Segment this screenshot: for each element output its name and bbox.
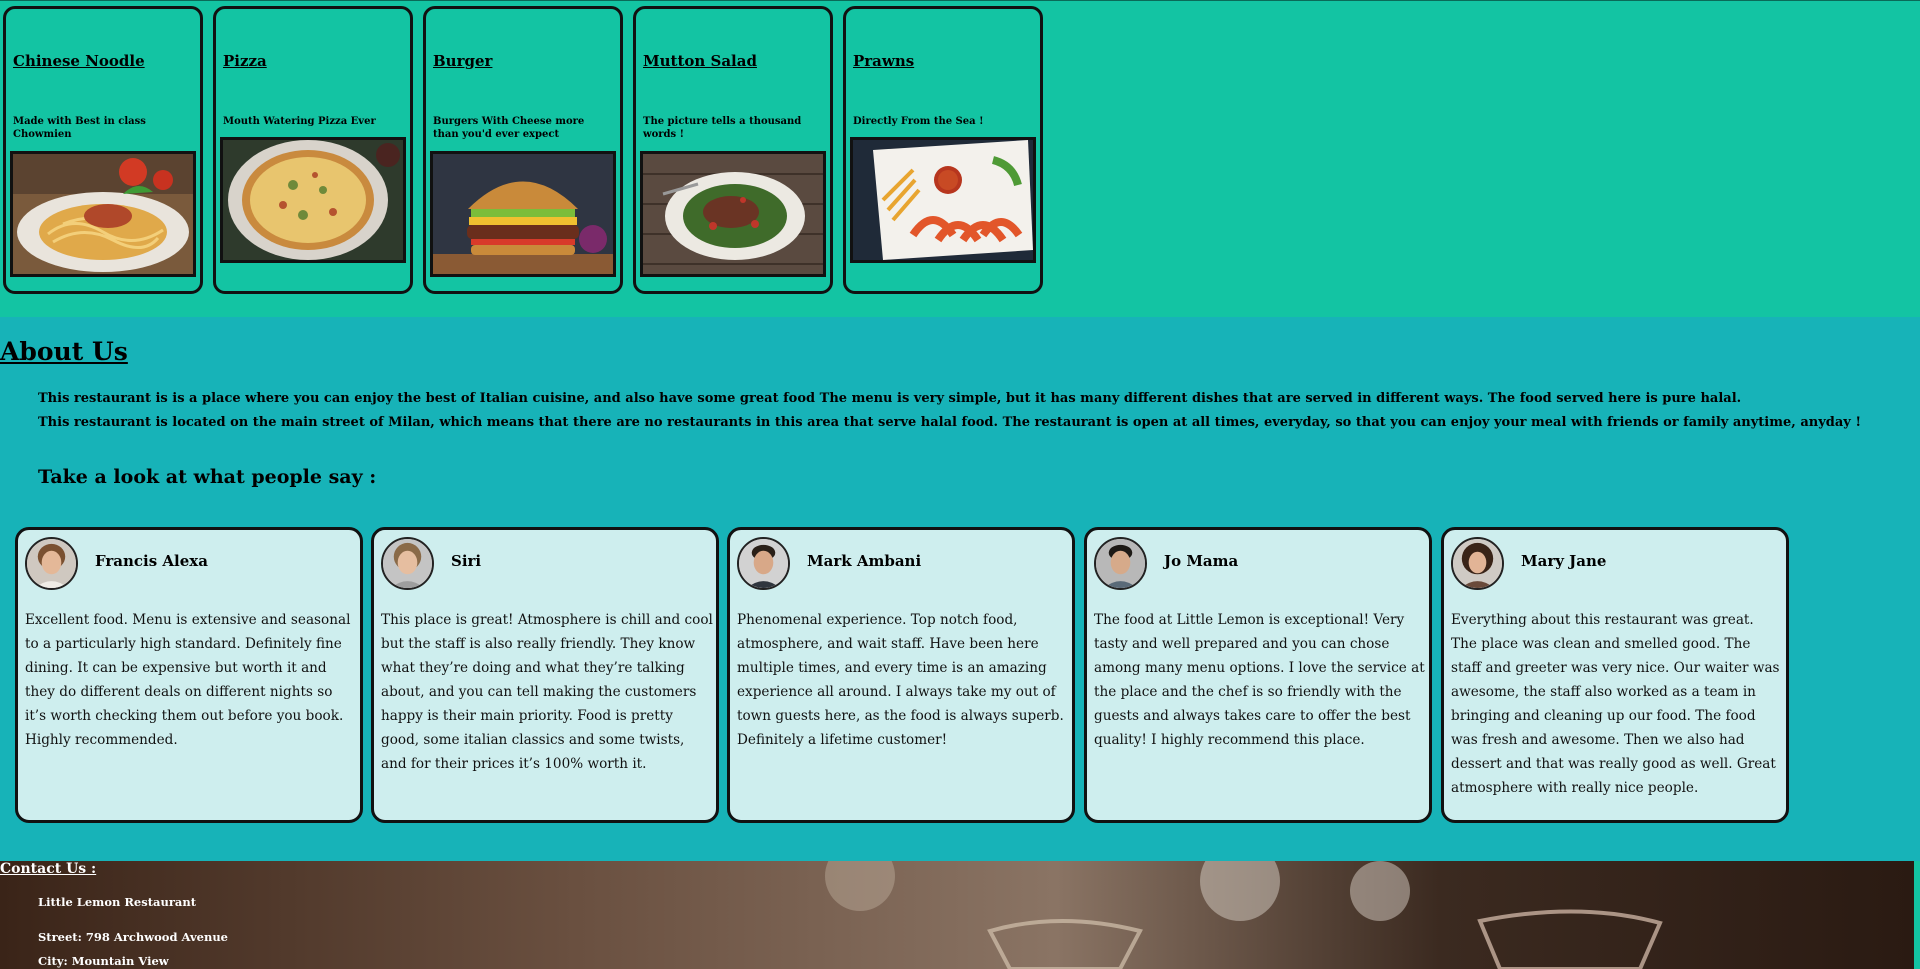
prawns-plate-image <box>850 137 1036 263</box>
noodle-plate-image <box>10 151 196 277</box>
contact-section: Contact Us : Little Lemon Restaurant Str… <box>0 861 1920 969</box>
menu-card-prawns[interactable]: Prawns Directly From the Sea ! <box>843 6 1043 294</box>
avatar <box>1094 537 1147 590</box>
menu-card-description: The picture tells a thousand words ! <box>643 116 802 140</box>
menu-card-chinese-noodle[interactable]: Chinese Noodle Made with Best in class C… <box>3 6 203 294</box>
about-paragraph: This restaurant is located on the main s… <box>38 415 1862 430</box>
about-section: About Us This restaurant is is a place w… <box>0 317 1920 861</box>
review-text: Everything about this restaurant was gre… <box>1451 612 1780 796</box>
reviewer-name: Francis Alexa <box>95 552 208 570</box>
review-text: Excellent food. Menu is extensive and se… <box>25 612 351 748</box>
review-card: Mark Ambani Phenomenal experience. Top n… <box>727 527 1075 823</box>
review-text: This place is great! Atmosphere is chill… <box>381 612 713 772</box>
menu-card-title[interactable]: Chinese Noodle <box>13 52 145 70</box>
contact-title: Contact Us : <box>0 861 97 877</box>
burger-image <box>430 151 616 277</box>
contact-street: Street: 798 Archwood Avenue <box>38 930 229 944</box>
menu-section: Chinese Noodle Made with Best in class C… <box>0 0 1920 317</box>
menu-card-burger[interactable]: Burger Burgers With Cheese more than you… <box>423 6 623 294</box>
reviewer-name: Siri <box>451 552 482 570</box>
reviews-heading: Take a look at what people say : <box>38 466 377 488</box>
reviewer-name: Mark Ambani <box>807 552 922 570</box>
reviewer-name: Mary Jane <box>1521 552 1607 570</box>
reviewer-name: Jo Mama <box>1164 552 1239 570</box>
avatar <box>737 537 790 590</box>
menu-card-pizza[interactable]: Pizza Mouth Watering Pizza Ever <box>213 6 413 294</box>
menu-card-description: Mouth Watering Pizza Ever <box>223 116 376 127</box>
avatar <box>1451 537 1504 590</box>
about-paragraph: This restaurant is is a place where you … <box>38 391 1742 406</box>
about-title: About Us <box>0 337 128 366</box>
restaurant-background-image <box>0 861 1920 969</box>
menu-card-description: Directly From the Sea ! <box>853 116 984 127</box>
review-card: Francis Alexa Excellent food. Menu is ex… <box>15 527 363 823</box>
menu-card-title[interactable]: Mutton Salad <box>643 52 757 70</box>
menu-card-title[interactable]: Burger <box>433 52 492 70</box>
avatar <box>25 537 78 590</box>
menu-card-title[interactable]: Pizza <box>223 52 267 70</box>
contact-restaurant-name: Little Lemon Restaurant <box>38 895 197 909</box>
menu-card-description: Made with Best in class Chowmien <box>13 116 146 140</box>
menu-card-description: Burgers With Cheese more than you'd ever… <box>433 116 585 140</box>
menu-card-title[interactable]: Prawns <box>853 52 914 70</box>
contact-city: City: Mountain View <box>38 954 169 968</box>
review-card: Jo Mama The food at Little Lemon is exce… <box>1084 527 1432 823</box>
review-card: Siri This place is great! Atmosphere is … <box>371 527 719 823</box>
pizza-image <box>220 137 406 263</box>
review-card: Mary Jane Everything about this restaura… <box>1441 527 1789 823</box>
review-text: The food at Little Lemon is exceptional!… <box>1094 612 1425 748</box>
avatar <box>381 537 434 590</box>
mutton-salad-image <box>640 151 826 277</box>
review-text: Phenomenal experience. Top notch food, a… <box>737 612 1064 748</box>
menu-card-mutton-salad[interactable]: Mutton Salad The picture tells a thousan… <box>633 6 833 294</box>
